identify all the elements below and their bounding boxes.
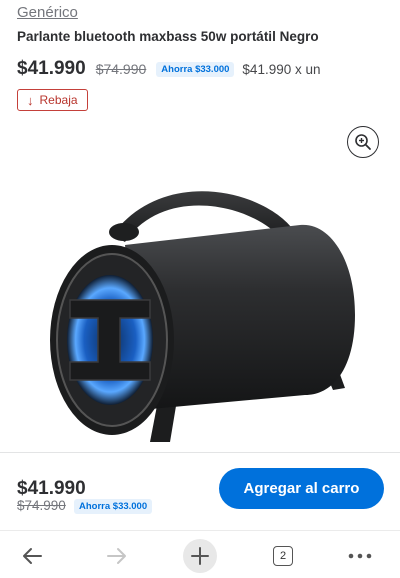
more-dots-icon bbox=[348, 553, 372, 559]
zoom-in-icon bbox=[355, 134, 371, 150]
back-arrow-icon bbox=[23, 548, 42, 564]
down-arrow-icon: ↓ bbox=[27, 92, 34, 108]
menu-button[interactable] bbox=[343, 539, 377, 573]
add-to-cart-button[interactable]: Agregar al carro bbox=[219, 468, 384, 509]
product-title: Parlante bluetooth maxbass 50w portátil … bbox=[17, 29, 319, 44]
cart-bar-price: $41.990 bbox=[17, 478, 86, 499]
plus-icon bbox=[191, 547, 209, 565]
tabs-count-icon: 2 bbox=[273, 546, 293, 566]
unit-price: $41.990 x un bbox=[242, 61, 321, 77]
rebaja-label: Rebaja bbox=[39, 93, 78, 107]
divider bbox=[0, 452, 400, 453]
forward-arrow-icon bbox=[107, 548, 126, 564]
original-price: $74.990 bbox=[95, 61, 147, 77]
brand-link[interactable]: Genérico bbox=[17, 4, 78, 21]
cart-bar-original-price: $74.990 bbox=[17, 498, 66, 513]
rebaja-tag: ↓ Rebaja bbox=[17, 89, 88, 111]
forward-button[interactable] bbox=[100, 539, 134, 573]
new-tab-button[interactable] bbox=[183, 539, 217, 573]
cart-bar-savings-badge: Ahorra $33.000 bbox=[74, 499, 153, 514]
browser-nav-bar: 2 bbox=[0, 530, 400, 578]
current-price: $41.990 bbox=[17, 58, 86, 79]
product-image[interactable] bbox=[0, 150, 400, 450]
savings-badge: Ahorra $33.000 bbox=[156, 61, 235, 77]
tabs-button[interactable]: 2 bbox=[266, 539, 300, 573]
price-row: $41.990 $74.990 Ahorra $33.000 $41.990 x… bbox=[17, 57, 321, 81]
back-button[interactable] bbox=[15, 539, 49, 573]
